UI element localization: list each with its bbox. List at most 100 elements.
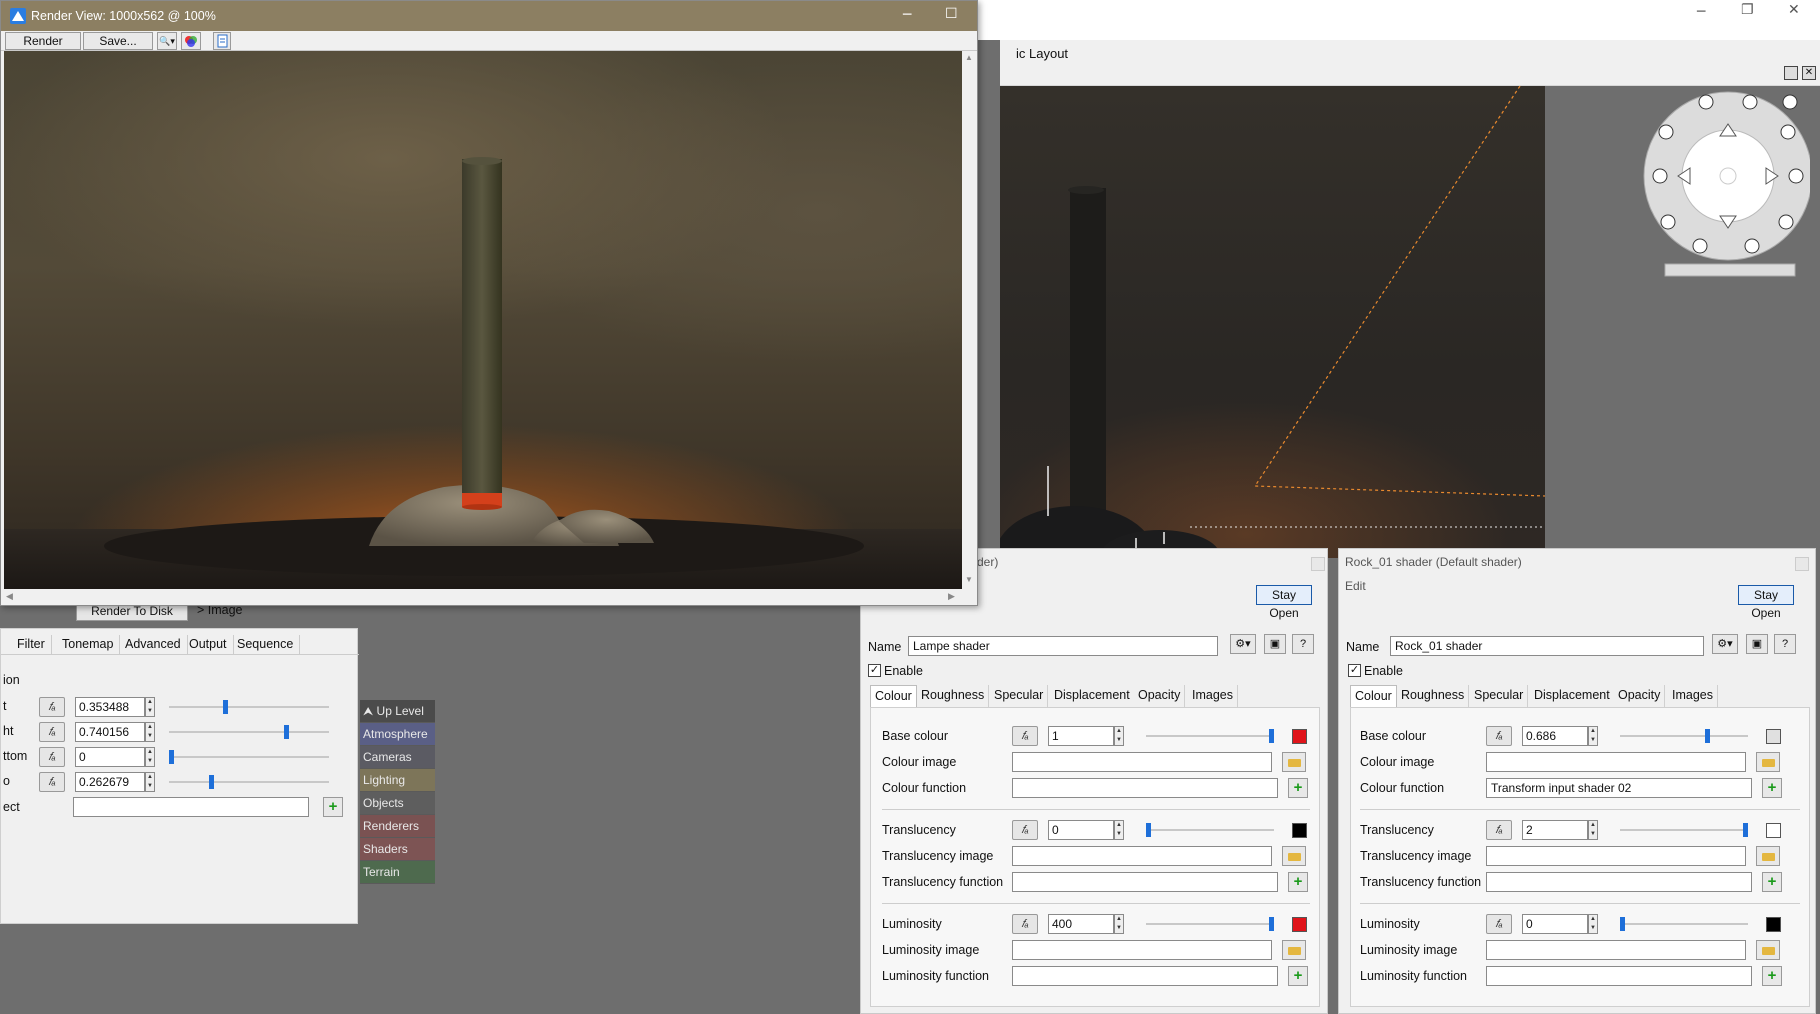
- luminosity-swatch[interactable]: [1766, 917, 1781, 932]
- value-field[interactable]: 0.740156: [75, 722, 145, 742]
- value-spinner[interactable]: ▲ ▼: [1588, 820, 1598, 840]
- enable-checkbox[interactable]: ✓: [1348, 664, 1361, 677]
- tab-tonemap[interactable]: Tonemap: [56, 635, 121, 655]
- render-horizontal-scrollbar[interactable]: ◀ ▶: [4, 589, 962, 605]
- render-close-button[interactable]: ✕: [989, 6, 1001, 22]
- tab-specular[interactable]: Specular: [1470, 685, 1529, 707]
- help-icon[interactable]: ?: [1292, 634, 1314, 654]
- translucency-value[interactable]: 2: [1522, 820, 1588, 840]
- translucency-function-field[interactable]: [1012, 872, 1278, 892]
- luminosity-image-field[interactable]: [1486, 940, 1746, 960]
- preview-icon[interactable]: ▣: [1746, 634, 1768, 654]
- object-field[interactable]: [73, 797, 309, 817]
- stay-open-button[interactable]: Stay Open: [1738, 585, 1794, 620]
- luminosity-function-field[interactable]: [1012, 966, 1278, 986]
- folder-icon[interactable]: [1756, 846, 1780, 866]
- shader-name-field[interactable]: Rock_01 shader: [1390, 636, 1704, 656]
- tab-displacement[interactable]: Displacement: [1050, 685, 1135, 707]
- folder-icon[interactable]: [1756, 940, 1780, 960]
- slider-thumb[interactable]: [169, 750, 174, 764]
- navigation-widget[interactable]: [1640, 90, 1813, 280]
- add-button[interactable]: +: [1762, 872, 1782, 892]
- slider-thumb[interactable]: [1269, 729, 1274, 743]
- tab-opacity[interactable]: Opacity: [1614, 685, 1666, 707]
- value-spinner[interactable]: ▲ ▼: [1114, 726, 1124, 746]
- edit-menu[interactable]: Edit: [1345, 579, 1366, 593]
- base-colour-value[interactable]: 0.686: [1522, 726, 1588, 746]
- tab-images[interactable]: Images: [1188, 685, 1238, 707]
- shader-close-icon[interactable]: [1795, 557, 1809, 571]
- preview-icon[interactable]: ▣: [1264, 634, 1286, 654]
- add-button[interactable]: +: [1288, 966, 1308, 986]
- main-close-button[interactable]: ✕: [1788, 2, 1800, 18]
- tab-opacity[interactable]: Opacity: [1134, 685, 1186, 707]
- function-button[interactable]: 𝑓ₐ: [1486, 726, 1512, 746]
- viewport-maximize-icon[interactable]: [1784, 66, 1798, 80]
- function-button[interactable]: 𝑓ₐ: [1486, 914, 1512, 934]
- tab-filter[interactable]: Filter: [11, 635, 52, 655]
- category-renderers[interactable]: Renderers: [360, 815, 435, 838]
- category-cameras[interactable]: Cameras: [360, 746, 435, 769]
- translucency-function-field[interactable]: [1486, 872, 1752, 892]
- shader-close-icon[interactable]: [1311, 557, 1325, 571]
- gear-icon[interactable]: ⚙▾: [1230, 634, 1256, 654]
- value-spinner[interactable]: ▲ ▼: [145, 722, 155, 742]
- tab-colour[interactable]: Colour: [1350, 685, 1397, 707]
- tab-output[interactable]: Output: [183, 635, 234, 655]
- colour-function-field[interactable]: Transform input shader 02: [1486, 778, 1752, 798]
- slider-thumb[interactable]: [1704, 729, 1710, 743]
- value-spinner[interactable]: ▲ ▼: [1588, 914, 1598, 934]
- function-button[interactable]: 𝑓ₐ: [1012, 726, 1038, 746]
- slider-thumb[interactable]: [1269, 917, 1274, 931]
- luminosity-value[interactable]: 0: [1522, 914, 1588, 934]
- luminosity-slider[interactable]: [1146, 923, 1274, 925]
- function-button[interactable]: 𝑓ₐ: [39, 697, 65, 717]
- translucency-value[interactable]: 0: [1048, 820, 1114, 840]
- tab-advanced[interactable]: Advanced: [119, 635, 188, 655]
- value-spinner[interactable]: ▲ ▼: [1588, 726, 1598, 746]
- function-button[interactable]: 𝑓ₐ: [1012, 820, 1038, 840]
- category-lighting[interactable]: Lighting: [360, 769, 435, 792]
- value-slider[interactable]: [169, 781, 329, 783]
- slider-thumb[interactable]: [1743, 823, 1748, 837]
- tab-colour[interactable]: Colour: [870, 685, 917, 707]
- tab-displacement[interactable]: Displacement: [1530, 685, 1615, 707]
- scroll-down-icon[interactable]: ▼: [965, 575, 973, 584]
- tab-specular[interactable]: Specular: [990, 685, 1049, 707]
- category-up-level[interactable]: ⮝ Up Level: [360, 700, 435, 723]
- value-field[interactable]: 0.353488: [75, 697, 145, 717]
- render-minimize-button[interactable]: ─: [903, 7, 911, 23]
- colour-function-field[interactable]: [1012, 778, 1278, 798]
- tab-roughness[interactable]: Roughness: [1397, 685, 1470, 707]
- value-spinner[interactable]: ▲ ▼: [1114, 820, 1124, 840]
- add-button[interactable]: +: [1288, 778, 1308, 798]
- save-button[interactable]: Save...: [83, 32, 153, 50]
- render-maximize-button[interactable]: ☐: [945, 6, 958, 22]
- luminosity-swatch[interactable]: [1292, 917, 1307, 932]
- add-button[interactable]: +: [1762, 966, 1782, 986]
- luminosity-image-field[interactable]: [1012, 940, 1272, 960]
- colour-image-field[interactable]: [1486, 752, 1746, 772]
- function-button[interactable]: 𝑓ₐ: [1012, 914, 1038, 934]
- value-slider[interactable]: [169, 706, 329, 708]
- render-button[interactable]: Render: [5, 32, 81, 50]
- value-spinner[interactable]: ▲ ▼: [145, 697, 155, 717]
- value-spinner[interactable]: ▲ ▼: [1114, 914, 1124, 934]
- add-button[interactable]: +: [323, 797, 343, 817]
- shader-name-field[interactable]: Lampe shader: [908, 636, 1218, 656]
- render-vertical-scrollbar[interactable]: ▲ ▼: [962, 51, 976, 589]
- color-picker-icon[interactable]: [181, 32, 201, 50]
- value-spinner[interactable]: ▲ ▼: [145, 772, 155, 792]
- folder-icon[interactable]: [1756, 752, 1780, 772]
- document-icon[interactable]: [213, 32, 231, 50]
- enable-checkbox[interactable]: ✓: [868, 664, 881, 677]
- render-view-titlebar[interactable]: Render View: 1000x562 @ 100%: [1, 1, 977, 31]
- slider-thumb[interactable]: [223, 700, 229, 714]
- translucency-swatch[interactable]: [1766, 823, 1781, 838]
- function-button[interactable]: 𝑓ₐ: [39, 722, 65, 742]
- help-icon[interactable]: ?: [1774, 634, 1796, 654]
- zoom-icon[interactable]: 🔍▾: [157, 32, 177, 50]
- category-shaders[interactable]: Shaders: [360, 838, 435, 861]
- viewport-scene[interactable]: [1000, 86, 1545, 558]
- stay-open-button[interactable]: Stay Open: [1256, 585, 1312, 620]
